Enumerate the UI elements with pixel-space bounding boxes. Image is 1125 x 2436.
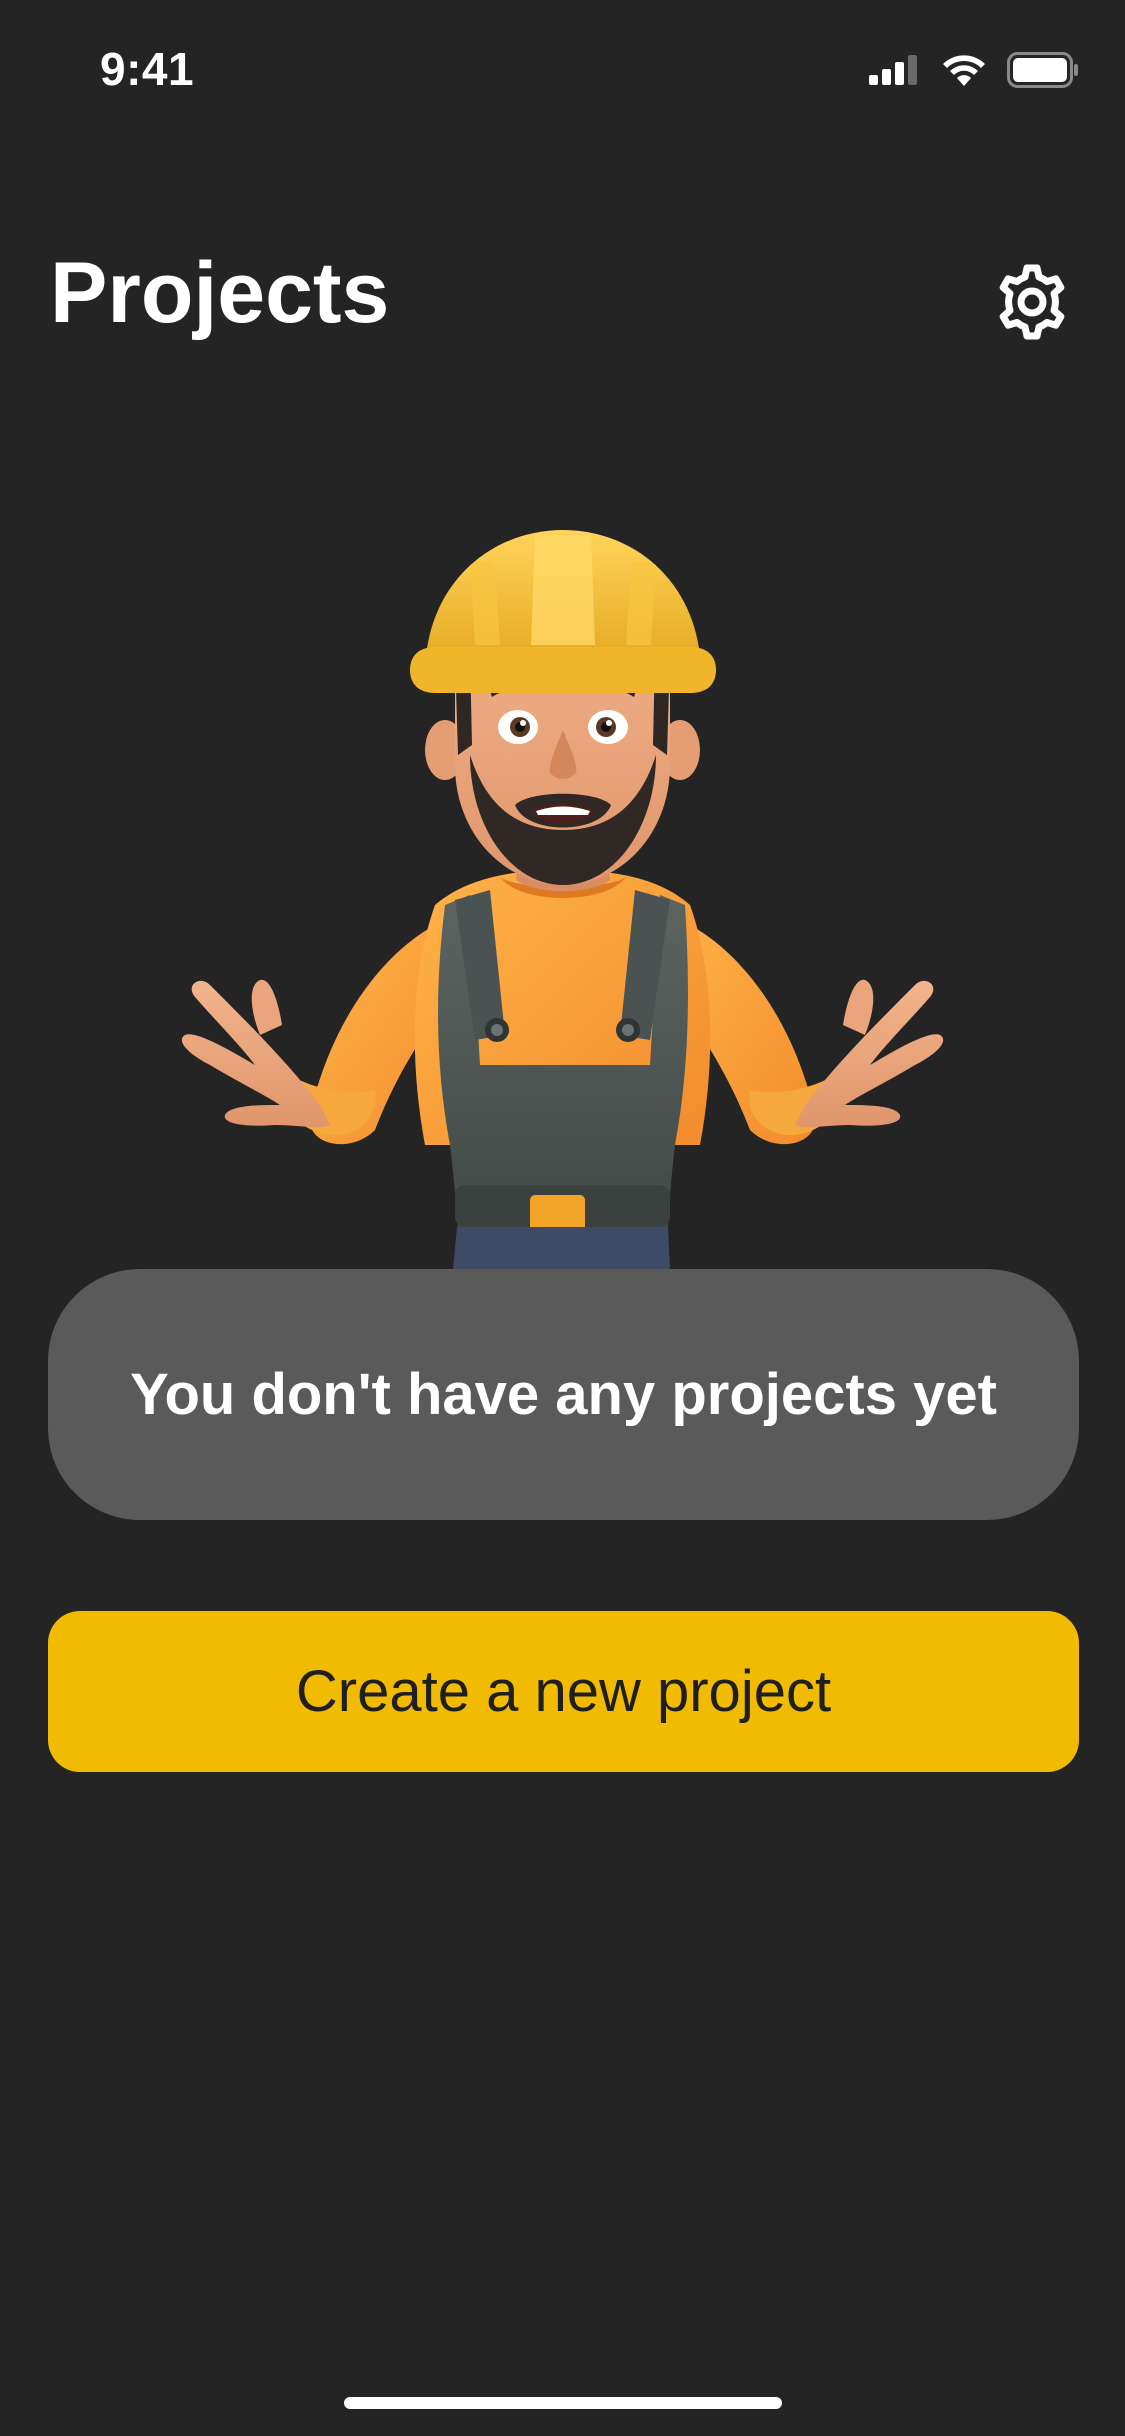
status-time: 9:41 — [100, 43, 195, 95]
create-project-label: Create a new project — [295, 1659, 832, 1724]
projects-screen: 9:41 Projects You don't have any project… — [0, 0, 1125, 2436]
gear-icon — [992, 262, 1072, 347]
home-indicator[interactable] — [344, 2397, 782, 2409]
battery-icon — [1007, 52, 1079, 93]
wifi-icon — [941, 53, 987, 92]
construction-worker-illustration — [170, 505, 955, 1270]
empty-state-message: You don't have any projects yet — [130, 1362, 997, 1427]
create-project-button[interactable]: Create a new project — [48, 1611, 1079, 1772]
status-icons — [869, 52, 1079, 93]
settings-button[interactable] — [987, 259, 1077, 349]
cellular-signal-icon — [869, 55, 921, 90]
empty-state-card: You don't have any projects yet — [48, 1269, 1079, 1520]
page-title: Projects — [50, 245, 390, 341]
